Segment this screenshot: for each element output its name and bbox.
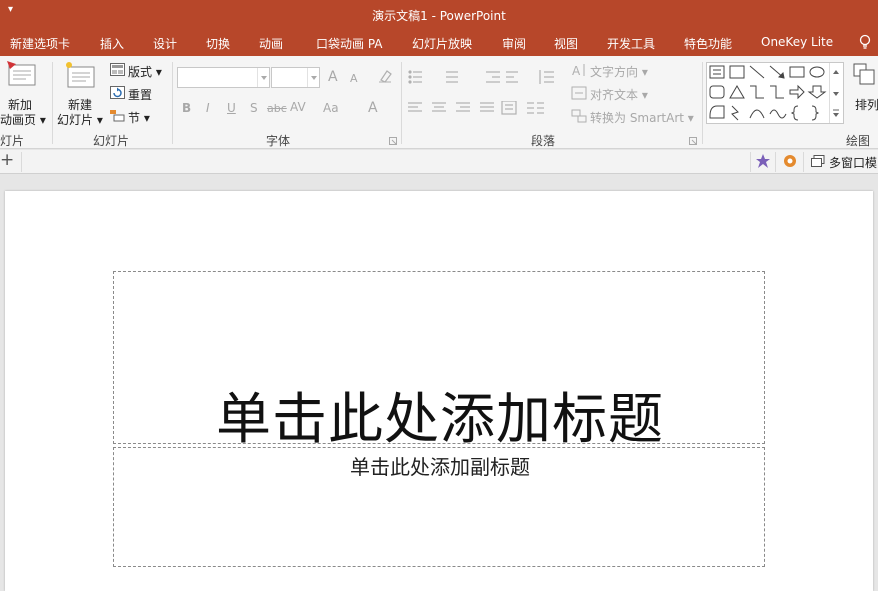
- paragraph-dialog-launcher-icon[interactable]: [689, 137, 697, 145]
- tab-view[interactable]: 视图: [554, 35, 578, 52]
- reset-button[interactable]: 重置: [128, 86, 152, 103]
- add-animation-page-label-2[interactable]: 动画页 ▾: [0, 111, 46, 128]
- character-spacing-button[interactable]: AV: [290, 100, 306, 114]
- line-spacing-icon[interactable]: [537, 68, 555, 86]
- settings-gear-icon[interactable]: [782, 153, 798, 169]
- strikethrough-button[interactable]: abc: [267, 102, 287, 115]
- tell-me-lightbulb-icon[interactable]: [858, 34, 872, 50]
- toolbar-separator: [803, 152, 804, 172]
- tab-slideshow[interactable]: 幻灯片放映: [412, 35, 472, 52]
- group-label-font: 字体: [266, 134, 291, 148]
- tab-animations[interactable]: 动画: [259, 35, 283, 52]
- ribbon-tabs: 新建选项卡 插入 设计 切换 动画 口袋动画 PA 幻灯片放映 审阅 视图 开发…: [0, 30, 878, 56]
- window-title: 演示文稿1 - PowerPoint: [372, 9, 506, 23]
- tab-onekey-lite[interactable]: OneKey Lite: [761, 35, 833, 49]
- title-placeholder-text: 单击此处添加标题: [215, 387, 664, 451]
- ribbon-separator: [172, 62, 173, 144]
- magic-wand-icon[interactable]: [755, 153, 771, 169]
- align-text-button[interactable]: 对齐文本 ▾: [590, 86, 648, 103]
- shapes-gallery-icons[interactable]: [708, 64, 828, 122]
- toolbar-separator: [21, 152, 22, 172]
- clear-formatting-icon[interactable]: [377, 68, 393, 84]
- tab-developer[interactable]: 开发工具: [607, 35, 655, 52]
- increase-font-size-button[interactable]: A: [328, 69, 338, 85]
- tab-insert[interactable]: 插入: [100, 35, 124, 52]
- text-direction-icon[interactable]: A: [571, 62, 587, 78]
- font-dialog-launcher-icon[interactable]: [389, 137, 397, 145]
- tab-review[interactable]: 审阅: [502, 35, 526, 52]
- tab-design[interactable]: 设计: [153, 35, 177, 52]
- layout-button[interactable]: 版式 ▾: [128, 63, 162, 80]
- title-placeholder[interactable]: 单击此处添加标题: [113, 271, 765, 451]
- group-label-slides-partial: 灯片: [0, 134, 25, 148]
- ribbon-separator: [401, 62, 402, 144]
- arrange-icon[interactable]: [852, 62, 878, 92]
- bold-button[interactable]: B: [182, 101, 191, 115]
- align-text-icon[interactable]: [571, 85, 587, 101]
- secondary-toolbar: [0, 150, 878, 174]
- gallery-scroll-arrows-icon[interactable]: [831, 66, 841, 122]
- svg-text:A: A: [572, 64, 581, 78]
- columns-icon[interactable]: [527, 101, 545, 115]
- new-slide-icon[interactable]: [64, 61, 96, 91]
- toolbar-separator: [775, 152, 776, 172]
- reset-icon[interactable]: [110, 86, 125, 99]
- group-label-slides: 幻灯片: [93, 134, 130, 148]
- multi-window-mode-button[interactable]: 多窗口模: [829, 154, 877, 171]
- tab-special-features[interactable]: 特色功能: [684, 35, 732, 52]
- group-label-drawing: 绘图: [846, 134, 871, 148]
- decrease-font-size-button[interactable]: A: [350, 72, 358, 85]
- font-name-dropdown[interactable]: [257, 68, 269, 87]
- ribbon-separator: [702, 62, 703, 144]
- add-button[interactable]: +: [0, 150, 14, 170]
- italic-button[interactable]: I: [206, 101, 210, 115]
- layout-icon[interactable]: [110, 63, 125, 76]
- list-and-indent-icons[interactable]: [408, 69, 518, 85]
- section-button[interactable]: 节 ▾: [128, 109, 150, 126]
- toolbar-separator: [750, 152, 751, 172]
- section-icon[interactable]: [110, 109, 125, 122]
- font-size-combo[interactable]: [271, 67, 320, 88]
- font-size-dropdown[interactable]: [307, 68, 319, 87]
- convert-to-smartart-button[interactable]: 转换为 SmartArt ▾: [590, 109, 694, 126]
- underline-button[interactable]: U: [227, 101, 236, 115]
- subtitle-placeholder[interactable]: 单击此处添加副标题: [113, 447, 765, 567]
- text-direction-button[interactable]: 文字方向 ▾: [590, 63, 648, 80]
- new-slide-label-2[interactable]: 幻灯片 ▾: [57, 111, 103, 128]
- group-label-paragraph: 段落: [531, 134, 556, 148]
- text-shadow-button[interactable]: S: [250, 101, 258, 115]
- multi-window-icon[interactable]: [811, 155, 825, 167]
- title-bar: ▾ 演示文稿1 - PowerPoint: [0, 0, 878, 30]
- tab-transitions[interactable]: 切换: [206, 35, 230, 52]
- smartart-icon[interactable]: [571, 108, 587, 124]
- change-case-button[interactable]: Aa: [323, 101, 339, 115]
- add-animation-page-icon[interactable]: [6, 61, 38, 91]
- font-color-button[interactable]: A: [368, 100, 378, 116]
- alignment-icons[interactable]: [408, 101, 518, 115]
- arrange-button[interactable]: 排列: [855, 96, 878, 113]
- ribbon-separator: [52, 62, 53, 144]
- subtitle-placeholder-text: 单击此处添加副标题: [350, 455, 530, 479]
- tab-new-tab[interactable]: 新建选项卡: [10, 35, 70, 52]
- font-name-combo[interactable]: [177, 67, 270, 88]
- tab-pocket-animation[interactable]: 口袋动画 PA: [316, 35, 383, 52]
